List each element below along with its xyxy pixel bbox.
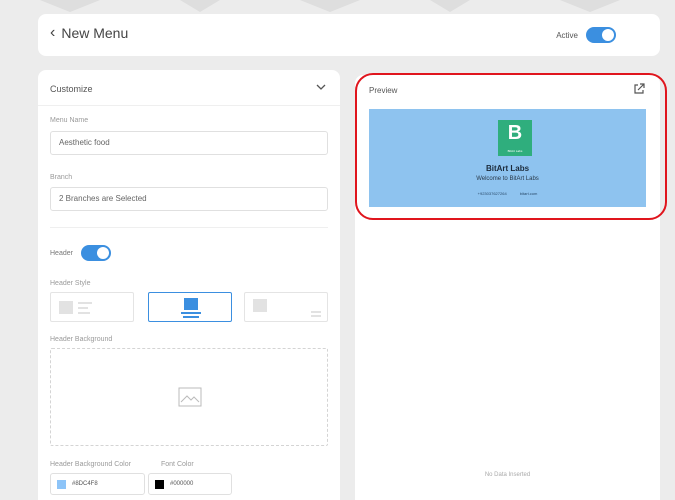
brand-website: bitart.com: [519, 191, 538, 196]
brand-phone: +923037627264: [477, 191, 507, 196]
page-title: New Menu: [61, 25, 129, 41]
font-color-swatch: [155, 479, 164, 489]
menu-name-input[interactable]: Aesthetic food: [50, 131, 328, 155]
preview-panel: Preview B BitArt Labs BitArt Labs Welcom…: [355, 75, 660, 500]
header-toggle[interactable]: [80, 245, 111, 261]
brand-welcome: Welcome to BitArt Labs: [476, 176, 539, 182]
customize-panel: Customize Menu Name Aesthetic food Branc…: [38, 70, 340, 500]
bg-color-field[interactable]: #8DC4F8: [50, 473, 145, 495]
chevron-left-icon: ‹: [50, 24, 56, 41]
header-label: Header: [50, 249, 73, 257]
back-button[interactable]: ‹ New Menu: [50, 24, 129, 42]
brand-logo: B BitArt Labs: [498, 120, 532, 156]
bg-color-label: Header Background Color: [50, 461, 131, 468]
logo-caption: BitArt Labs: [507, 149, 523, 153]
layout-left-icon: [59, 301, 92, 314]
bg-color-swatch: [57, 479, 66, 489]
active-toggle[interactable]: [586, 27, 616, 43]
preview-title: Preview: [369, 86, 398, 95]
header-toggle-row: Header: [50, 245, 111, 261]
font-color-value: #000000: [170, 481, 194, 487]
image-icon: [178, 387, 202, 407]
font-color-label: Font Color: [161, 461, 194, 468]
chevron-down-icon[interactable]: [314, 80, 328, 94]
header-background-label: Header Background: [50, 336, 113, 343]
menu-name-label: Menu Name: [50, 117, 89, 124]
layout-right-icon: [253, 299, 321, 317]
preview-header: Preview: [355, 75, 660, 103]
header-style-right[interactable]: [244, 292, 328, 322]
header-style-left[interactable]: [50, 292, 134, 322]
font-color-field[interactable]: #000000: [148, 473, 232, 495]
divider: [50, 227, 328, 228]
branch-label: Branch: [50, 174, 73, 181]
active-control: Active: [556, 27, 616, 43]
background-decoration: [40, 0, 620, 12]
header-style-center[interactable]: [148, 292, 232, 322]
header-style-label: Header Style: [50, 280, 91, 287]
top-bar: ‹ New Menu Active: [38, 14, 660, 56]
branch-select[interactable]: 2 Branches are Selected: [50, 187, 328, 211]
layout-center-icon: [181, 298, 201, 318]
customize-header[interactable]: Customize: [38, 70, 340, 106]
brand-name: BitArt Labs: [485, 164, 530, 173]
brand-contact: +923037627264 bitart.com: [369, 191, 646, 196]
preview-banner: B BitArt Labs BitArt Labs Welcome to Bit…: [369, 109, 646, 207]
customize-title: Customize: [50, 84, 93, 94]
header-background-upload[interactable]: [50, 348, 328, 446]
no-data-text: No Data Inserted: [484, 472, 531, 478]
bg-color-value: #8DC4F8: [72, 481, 98, 487]
active-label: Active: [556, 30, 578, 40]
logo-letter: B: [507, 122, 523, 144]
external-link-icon[interactable]: [632, 82, 646, 96]
